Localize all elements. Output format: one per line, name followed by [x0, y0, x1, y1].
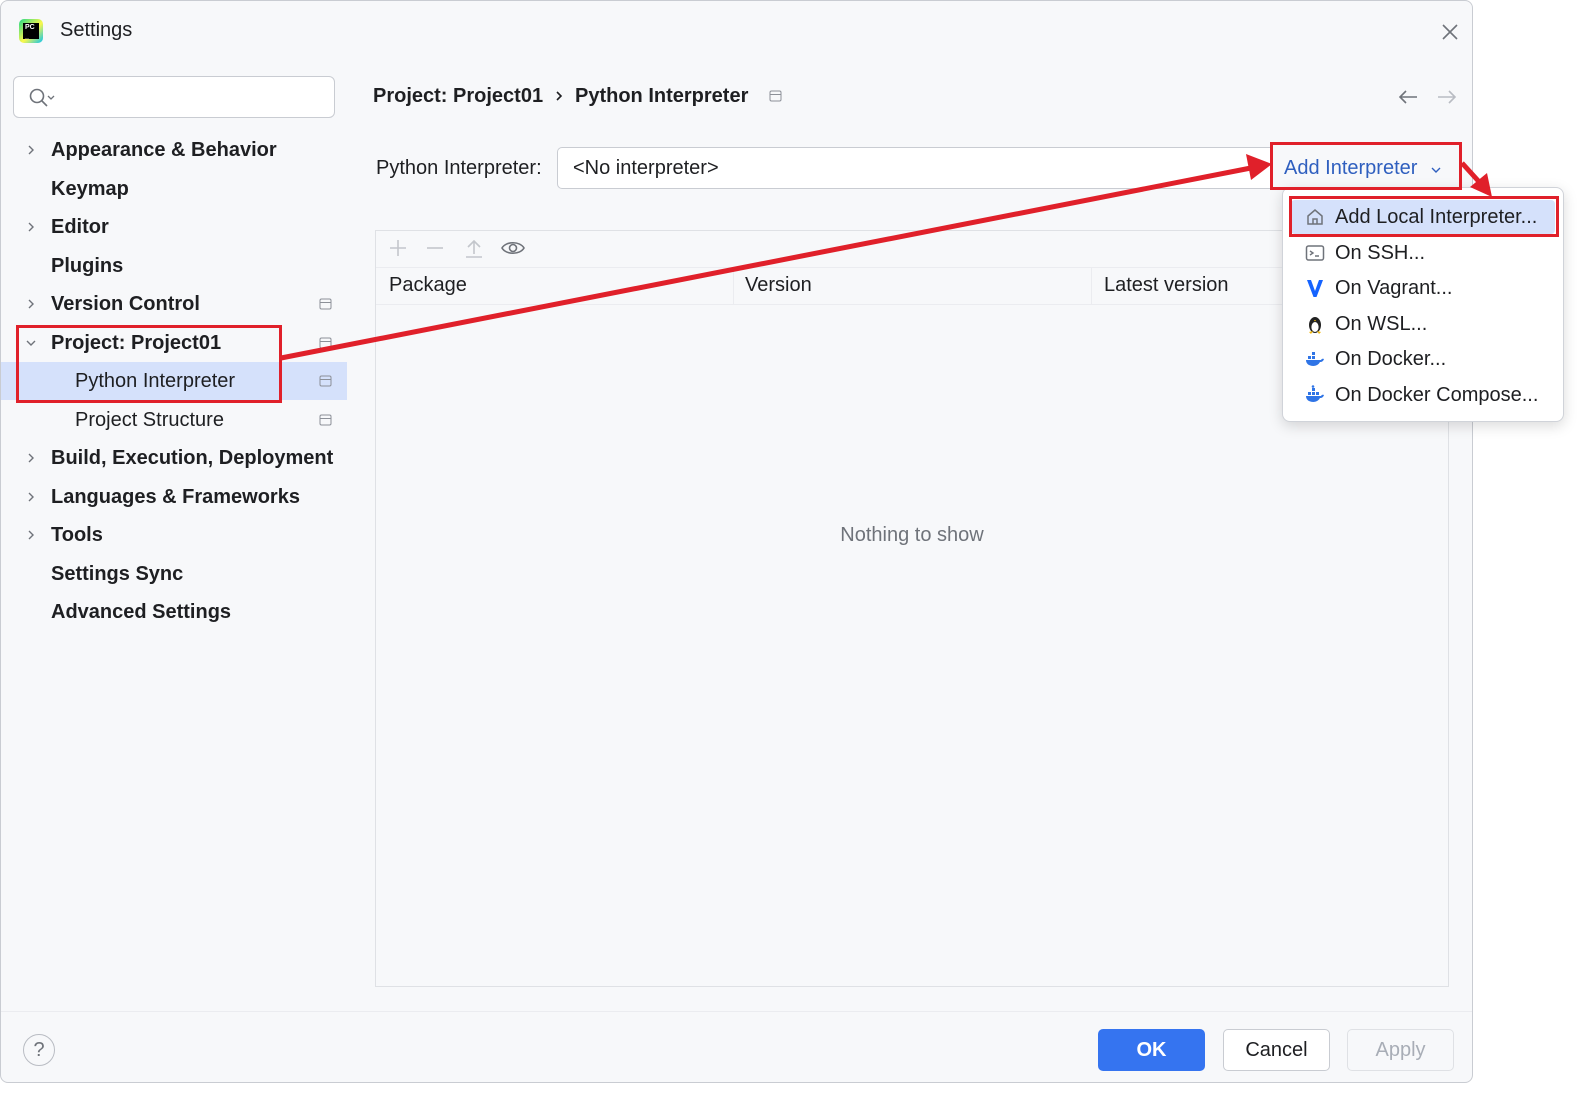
cancel-button[interactable]: Cancel	[1223, 1029, 1330, 1071]
project-scope-icon	[319, 298, 332, 310]
add-icon[interactable]	[387, 237, 409, 259]
column-header-latest-version[interactable]: Latest version	[1104, 274, 1229, 297]
sidebar-item-label: Project Structure	[75, 409, 224, 431]
sidebar-item-settings-sync[interactable]: Settings Sync	[1, 555, 347, 593]
sidebar-item-appearance-behavior[interactable]: Appearance & Behavior	[1, 131, 347, 169]
menu-item-label: On SSH...	[1335, 242, 1426, 264]
sidebar-item-label: Appearance & Behavior	[51, 139, 277, 161]
sidebar-item-plugins[interactable]: Plugins	[1, 247, 347, 285]
sidebar-item-label: Editor	[51, 216, 109, 238]
apply-button[interactable]: Apply	[1347, 1029, 1454, 1071]
close-icon[interactable]	[1437, 19, 1463, 45]
project-scope-icon	[769, 90, 782, 102]
python-interpreter-combobox[interactable]: <No interpreter>	[557, 147, 1271, 189]
sidebar-item-label: Version Control	[51, 293, 200, 315]
remove-icon[interactable]	[424, 237, 446, 259]
background-window-edge	[1474, 0, 1590, 1100]
chevron-right-icon	[28, 222, 34, 232]
title-bar: PC _ Settings	[1, 1, 1472, 61]
sidebar-item-advanced-settings[interactable]: Advanced Settings	[1, 593, 347, 631]
docker-compose-icon	[1306, 385, 1324, 402]
project-scope-icon	[319, 375, 332, 387]
sidebar-item-version-control[interactable]: Version Control	[1, 285, 347, 323]
menu-item-label: On Docker Compose...	[1335, 384, 1539, 406]
sidebar-item-label: Tools	[51, 524, 103, 546]
linux-penguin-icon	[1309, 317, 1321, 334]
settings-dialog: PC _ Settings Appearance & Behavior Keyma…	[0, 0, 1473, 1083]
sidebar-item-tools[interactable]: Tools	[1, 516, 347, 554]
footer-divider	[1, 1011, 1472, 1012]
chevron-right-icon	[556, 91, 563, 101]
menu-item-on-vagrant[interactable]: On Vagrant...	[1291, 271, 1555, 305]
docker-icon	[1306, 352, 1324, 366]
terminal-icon	[1305, 245, 1325, 261]
sidebar-item-label: Build, Execution, Deployment	[51, 447, 334, 469]
breadcrumb-page: Python Interpreter	[575, 85, 749, 107]
python-interpreter-value: <No interpreter>	[573, 157, 719, 179]
column-header-version[interactable]: Version	[745, 274, 812, 297]
empty-state-text: Nothing to show	[840, 524, 984, 546]
chevron-right-icon	[28, 299, 34, 309]
chevron-right-icon	[28, 492, 34, 502]
sidebar-item-project-structure[interactable]: Project Structure	[1, 401, 347, 439]
sidebar-item-keymap[interactable]: Keymap	[1, 170, 347, 208]
chevron-right-icon	[28, 453, 34, 463]
sidebar-item-label: Advanced Settings	[51, 601, 232, 623]
upgrade-icon[interactable]	[463, 237, 485, 259]
sidebar-item-editor[interactable]: Editor	[1, 208, 347, 246]
menu-item-label: On WSL...	[1335, 313, 1428, 335]
column-header-package[interactable]: Package	[389, 274, 467, 297]
breadcrumb-project[interactable]: Project: Project01	[373, 85, 543, 108]
sidebar-item-label: Keymap	[51, 178, 129, 200]
annotation-box-project	[16, 325, 282, 403]
pycharm-logo-icon: PC _	[19, 19, 43, 43]
forward-arrow-icon[interactable]	[1436, 87, 1458, 107]
menu-item-on-wsl[interactable]: On WSL...	[1291, 307, 1555, 341]
menu-item-on-docker[interactable]: On Docker...	[1291, 342, 1555, 376]
sidebar-item-label: Settings Sync	[51, 563, 184, 585]
chevron-right-icon	[28, 145, 34, 155]
help-button[interactable]: ?	[23, 1034, 55, 1066]
menu-item-label: On Docker...	[1335, 348, 1447, 370]
chevron-right-icon	[28, 530, 34, 540]
python-interpreter-label: Python Interpreter:	[376, 157, 542, 179]
back-arrow-icon[interactable]	[1397, 87, 1419, 107]
sidebar-item-label: Languages & Frameworks	[51, 486, 300, 508]
ok-button[interactable]: OK	[1098, 1029, 1205, 1071]
search-icon	[29, 88, 55, 107]
menu-item-on-ssh[interactable]: On SSH...	[1291, 236, 1555, 270]
vagrant-icon	[1307, 280, 1323, 297]
eye-icon[interactable]	[500, 237, 526, 259]
sidebar-item-build-execution-deployment[interactable]: Build, Execution, Deployment	[1, 439, 347, 477]
annotation-box-add-local	[1289, 196, 1559, 237]
annotation-box-add-interpreter	[1270, 142, 1462, 190]
sidebar-item-label: Plugins	[51, 255, 124, 277]
menu-item-label: On Vagrant...	[1335, 277, 1453, 299]
menu-item-on-docker-compose[interactable]: On Docker Compose...	[1291, 378, 1555, 412]
settings-search-input[interactable]	[13, 76, 335, 118]
dialog-title: Settings	[60, 19, 133, 41]
project-scope-icon	[319, 414, 332, 426]
sidebar-item-languages-frameworks[interactable]: Languages & Frameworks	[1, 478, 347, 516]
project-scope-icon	[319, 337, 332, 349]
